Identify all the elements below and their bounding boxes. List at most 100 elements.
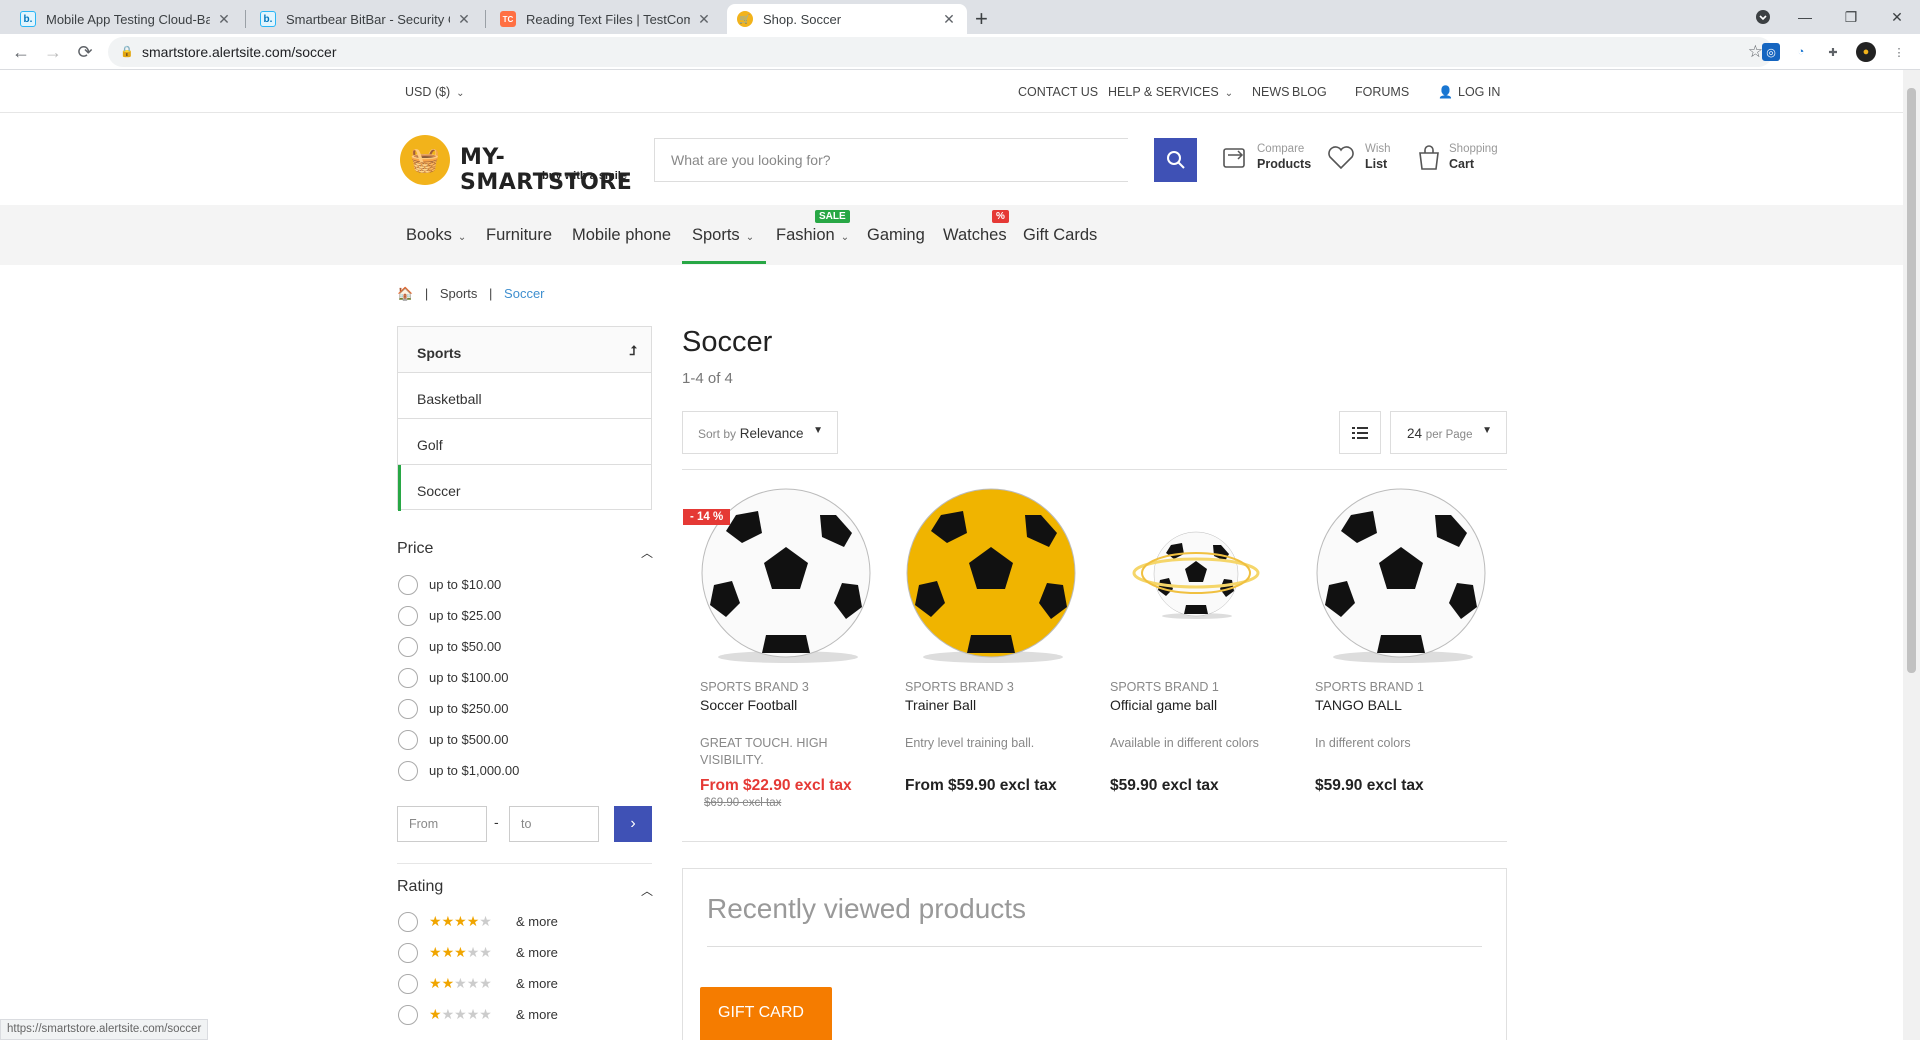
home-icon[interactable]: 🏠 <box>397 286 413 301</box>
product-name[interactable]: Soccer Football <box>700 697 797 713</box>
menu-item-watches[interactable]: Watches <box>943 226 1007 245</box>
price-option-label[interactable]: up to $25.00 <box>429 608 501 623</box>
star-rating-icon[interactable]: ★★★★★ <box>429 1006 492 1023</box>
rating-radio[interactable] <box>398 912 418 932</box>
star-rating-icon[interactable]: ★★★★★ <box>429 944 492 961</box>
browser-tab-active[interactable]: 🛒 Shop. Soccer ✕ <box>727 4 967 34</box>
price-filter-title[interactable]: Price <box>397 540 433 558</box>
forward-arrow-icon[interactable]: → <box>40 39 66 65</box>
apply-price-button[interactable]: › <box>614 806 652 842</box>
product-card[interactable]: SPORTS BRAND 1 TANGO BALL In different col… <box>1301 485 1501 794</box>
forums-link[interactable]: FORUMS <box>1355 85 1409 99</box>
close-icon[interactable]: ✕ <box>696 11 712 28</box>
category-parent-sports[interactable]: Sports ⮥ <box>398 327 651 373</box>
address-bar[interactable]: 🔒 smartstore.alertsite.com/soccer ☆ <box>108 37 1773 67</box>
store-logo[interactable]: 🧺 MY-SMARTSTORE buy with a smile <box>400 135 640 195</box>
price-option-label[interactable]: up to $250.00 <box>429 701 509 716</box>
menu-item-gift-cards[interactable]: Gift Cards <box>1023 226 1097 245</box>
window-close-icon[interactable]: ✕ <box>1874 0 1920 34</box>
menu-item-sports[interactable]: Sports ⌄ <box>692 226 754 245</box>
blog-link[interactable]: BLOG <box>1292 85 1327 99</box>
price-radio[interactable] <box>398 637 418 657</box>
url-text[interactable]: smartstore.alertsite.com/soccer <box>142 44 337 60</box>
rating-option-label[interactable]: & more <box>516 1007 558 1022</box>
tab-search-icon[interactable] <box>1740 0 1786 34</box>
rating-option-label[interactable]: & more <box>516 945 558 960</box>
browser-tab[interactable]: b. Mobile App Testing Cloud-Based ✕ <box>10 4 242 34</box>
price-radio[interactable] <box>398 668 418 688</box>
new-tab-plus-icon[interactable]: + <box>975 6 988 32</box>
price-radio[interactable] <box>398 606 418 626</box>
star-rating-icon[interactable]: ★★★★★ <box>429 913 492 930</box>
search-input[interactable] <box>655 139 1128 181</box>
compare-products-link[interactable]: Compare Products <box>1220 141 1311 181</box>
chevron-up-icon[interactable]: ︿ <box>641 544 653 561</box>
sort-dropdown[interactable]: Sort by Relevance ▼ <box>682 411 838 454</box>
category-soccer[interactable]: Soccer <box>398 465 651 511</box>
price-radio[interactable] <box>398 761 418 781</box>
category-basketball[interactable]: Basketball <box>398 373 651 419</box>
browser-tab[interactable]: b. Smartbear BitBar - Security Cente ✕ <box>250 4 482 34</box>
product-card[interactable]: SPORTS BRAND 3 Soccer Football GREAT TOUCH… <box>686 485 886 809</box>
price-option-label[interactable]: up to $10.00 <box>429 577 501 592</box>
minimize-icon[interactable]: — <box>1782 0 1828 34</box>
search-button[interactable] <box>1154 138 1197 182</box>
product-name[interactable]: Official game ball <box>1110 697 1217 713</box>
menu-item-gaming[interactable]: Gaming <box>867 226 925 245</box>
news-link[interactable]: NEWS <box>1252 85 1290 99</box>
page-size-dropdown[interactable]: 24 per Page ▼ <box>1390 411 1507 454</box>
level-up-icon[interactable]: ⮥ <box>629 343 637 359</box>
rating-radio[interactable] <box>398 974 418 994</box>
breadcrumb-sports[interactable]: Sports <box>440 286 478 301</box>
menu-item-furniture[interactable]: Furniture <box>486 226 552 245</box>
extensions-puzzle-icon[interactable]: ✚ <box>1824 43 1842 61</box>
price-radio[interactable] <box>398 730 418 750</box>
product-name[interactable]: Trainer Ball <box>905 697 976 713</box>
shopping-cart-link[interactable]: Shopping Cart <box>1414 141 1504 181</box>
product-image[interactable] <box>1311 485 1491 665</box>
product-brand[interactable]: SPORTS BRAND 3 <box>700 680 809 694</box>
list-view-button[interactable] <box>1339 411 1381 454</box>
product-brand[interactable]: SPORTS BRAND 1 <box>1315 680 1424 694</box>
product-brand[interactable]: SPORTS BRAND 3 <box>905 680 1014 694</box>
rating-radio[interactable] <box>398 943 418 963</box>
reload-icon[interactable]: ⟳ <box>72 39 98 65</box>
extension-icon[interactable]: ◔ <box>1792 43 1810 61</box>
price-radio[interactable] <box>398 575 418 595</box>
contact-us-link[interactable]: CONTACT US <box>1018 85 1098 99</box>
bookmark-star-icon[interactable]: ☆ <box>1748 42 1763 62</box>
login-link[interactable]: LOG IN <box>1458 85 1500 99</box>
product-card[interactable]: SPORTS BRAND 1 Official game ball Availabl… <box>1096 485 1296 794</box>
price-radio[interactable] <box>398 699 418 719</box>
price-option-label[interactable]: up to $1,000.00 <box>429 763 519 778</box>
wish-list-link[interactable]: Wish List <box>1326 141 1396 181</box>
menu-item-books[interactable]: Books ⌄ <box>406 226 466 245</box>
price-option-label[interactable]: up to $50.00 <box>429 639 501 654</box>
help-services-link[interactable]: HELP & SERVICES ⌄ <box>1108 85 1233 99</box>
category-golf[interactable]: Golf <box>398 419 651 465</box>
star-rating-icon[interactable]: ★★★★★ <box>429 975 492 992</box>
rating-option-label[interactable]: & more <box>516 976 558 991</box>
price-from-input[interactable]: From <box>397 806 487 842</box>
price-option-label[interactable]: up to $500.00 <box>429 732 509 747</box>
product-image[interactable] <box>1106 485 1286 665</box>
product-name[interactable]: TANGO BALL <box>1315 697 1402 713</box>
extension-icon[interactable]: ◎ <box>1762 43 1780 61</box>
close-icon[interactable]: ✕ <box>216 11 232 28</box>
back-arrow-icon[interactable]: ← <box>8 39 34 65</box>
close-icon[interactable]: ✕ <box>941 11 957 28</box>
rating-radio[interactable] <box>398 1005 418 1025</box>
kebab-menu-icon[interactable]: ⋮ <box>1890 43 1908 61</box>
product-card[interactable]: SPORTS BRAND 3 Trainer Ball Entry level tr… <box>891 485 1091 794</box>
menu-item-fashion[interactable]: Fashion ⌄ <box>776 226 849 245</box>
product-image[interactable] <box>901 485 1081 665</box>
page-scrollbar[interactable] <box>1903 70 1920 1040</box>
price-option-label[interactable]: up to $100.00 <box>429 670 509 685</box>
menu-item-mobile-phone[interactable]: Mobile phone <box>572 226 671 245</box>
browser-tab[interactable]: TC Reading Text Files | TestComplete ✕ <box>490 4 722 34</box>
gift-card-product[interactable]: GIFT CARD <box>700 987 832 1040</box>
rating-filter-title[interactable]: Rating <box>397 878 443 896</box>
chevron-up-icon[interactable]: ︿ <box>641 882 653 899</box>
restore-icon[interactable]: ❐ <box>1828 0 1874 34</box>
product-brand[interactable]: SPORTS BRAND 1 <box>1110 680 1219 694</box>
